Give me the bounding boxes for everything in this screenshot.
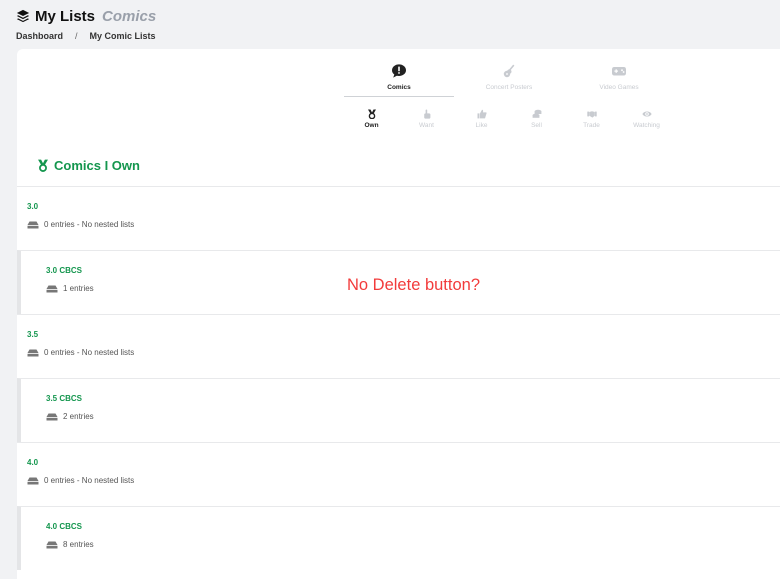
- tab-label: Video Games: [599, 84, 639, 91]
- list-entry-count: 0 entries - No nested lists: [44, 220, 135, 229]
- annotation-note: No Delete button?: [347, 276, 481, 294]
- comment-exclamation-icon: [392, 64, 406, 78]
- inbox-tray-icon: [27, 477, 39, 484]
- coins-icon: [532, 109, 541, 118]
- subtab-like[interactable]: Like: [454, 109, 509, 129]
- guitar-icon: [503, 64, 515, 78]
- inbox-tray-icon: [46, 413, 58, 420]
- inbox-tray-icon: [46, 285, 58, 292]
- lists-card: Comics Concert Posters Video Games Own W…: [17, 49, 780, 579]
- breadcrumb-separator: /: [75, 31, 78, 41]
- list-name-link[interactable]: 3.0: [27, 202, 38, 211]
- medal-icon: [367, 109, 376, 119]
- list-item[interactable]: 3.5 0 entries - No nested lists: [17, 314, 780, 378]
- list-item[interactable]: 4.0 CBCS 8 entries: [17, 506, 780, 570]
- page-subtitle: Comics: [102, 7, 157, 25]
- inbox-tray-icon: [46, 541, 58, 548]
- section-title: Comics I Own: [37, 158, 140, 173]
- eye-icon: [641, 111, 652, 117]
- subtab-label: Watching: [633, 122, 660, 129]
- inbox-tray-icon: [27, 349, 39, 356]
- list-name-link[interactable]: 3.5 CBCS: [46, 394, 82, 403]
- list-name-link[interactable]: 3.5: [27, 330, 38, 339]
- category-tabs: Comics Concert Posters Video Games: [344, 61, 674, 97]
- list-name-link[interactable]: 3.0 CBCS: [46, 266, 82, 275]
- list-entry-count: 2 entries: [63, 412, 94, 421]
- subtab-watching[interactable]: Watching: [619, 109, 674, 129]
- tab-concert-posters[interactable]: Concert Posters: [454, 61, 564, 97]
- list-item[interactable]: 3.0 0 entries - No nested lists: [17, 186, 780, 250]
- list-name-link[interactable]: 4.0: [27, 458, 38, 467]
- list-entry-count: 0 entries - No nested lists: [44, 476, 135, 485]
- subtab-want[interactable]: Want: [399, 109, 454, 129]
- comic-lists: 3.0 0 entries - No nested lists 3.0 CBCS…: [17, 186, 780, 570]
- section-title-text: Comics I Own: [54, 158, 140, 173]
- subtab-trade[interactable]: Trade: [564, 109, 619, 129]
- medal-icon: [38, 159, 48, 172]
- list-entry-count: 8 entries: [63, 540, 94, 549]
- layers-icon: [16, 9, 30, 23]
- list-meta: 2 entries: [46, 412, 94, 421]
- list-item[interactable]: 3.5 CBCS 2 entries: [17, 378, 780, 442]
- page-header: My Lists Comics Dashboard / My Comic Lis…: [16, 6, 157, 42]
- list-meta: 8 entries: [46, 540, 94, 549]
- subtab-label: Sell: [531, 122, 542, 129]
- list-entry-count: 0 entries - No nested lists: [44, 348, 135, 357]
- subtab-label: Trade: [583, 122, 600, 129]
- page-title: My Lists: [35, 7, 96, 25]
- tab-video-games[interactable]: Video Games: [564, 61, 674, 97]
- subtab-label: Own: [364, 122, 379, 129]
- list-meta: 0 entries - No nested lists: [27, 476, 134, 485]
- subtab-label: Want: [419, 122, 434, 129]
- thumbs-up-icon: [477, 109, 487, 119]
- breadcrumb-current: My Comic Lists: [89, 31, 156, 41]
- subtab-sell[interactable]: Sell: [509, 109, 564, 129]
- list-entry-count: 1 entries: [63, 284, 94, 293]
- tab-label: Concert Posters: [485, 84, 533, 91]
- tab-comics[interactable]: Comics: [344, 61, 454, 97]
- inbox-tray-icon: [27, 221, 39, 228]
- list-meta: 0 entries - No nested lists: [27, 348, 134, 357]
- breadcrumb-dashboard[interactable]: Dashboard: [16, 31, 63, 41]
- hand-pointer-icon: [423, 109, 430, 119]
- list-name-link[interactable]: 4.0 CBCS: [46, 522, 82, 531]
- subtab-own[interactable]: Own: [344, 109, 399, 129]
- subtab-label: Like: [475, 122, 488, 129]
- list-item[interactable]: 4.0 0 entries - No nested lists: [17, 442, 780, 506]
- tab-label: Comics: [387, 84, 411, 91]
- list-meta: 0 entries - No nested lists: [27, 220, 134, 229]
- breadcrumb: Dashboard / My Comic Lists: [16, 31, 156, 41]
- gamepad-icon: [612, 67, 626, 76]
- handshake-icon: [586, 111, 597, 118]
- list-type-tabs: Own Want Like Sell Trade Watching: [344, 109, 674, 129]
- list-meta: 1 entries: [46, 284, 94, 293]
